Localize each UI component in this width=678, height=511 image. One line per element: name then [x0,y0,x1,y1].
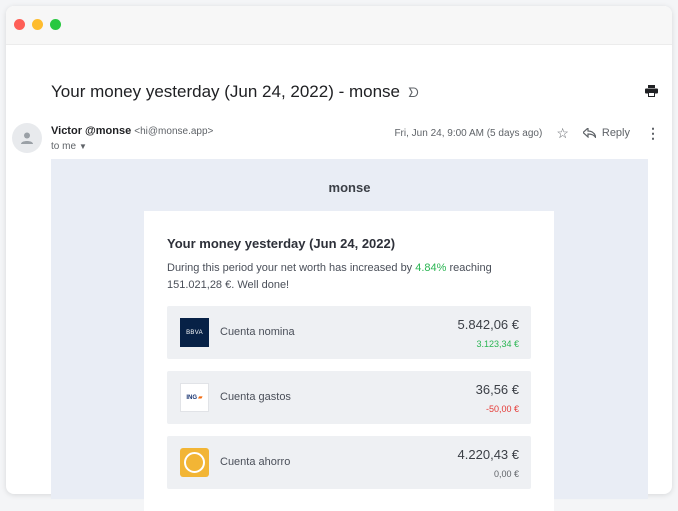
subject-row: Your money yesterday (Jun 24, 2022) - mo… [51,80,662,104]
brand-name: monse [328,180,371,195]
email-subject: Your money yesterday (Jun 24, 2022) - mo… [51,82,419,102]
minimize-window-button[interactable] [32,19,43,30]
message-date: Fri, Jun 24, 9:00 AM (5 days ago) [394,127,543,139]
account-balance: 36,56 € [475,382,519,397]
recipient-text: to me [51,141,77,152]
account-balance: 5.842,06 € [457,317,519,332]
account-balance: 4.220,43 € [457,447,519,462]
title-bar [6,6,672,45]
print-icon[interactable] [645,84,658,102]
label-important-icon[interactable]: ᗤ [408,85,419,101]
email-body: monse Your money yesterday (Jun 24, 2022… [51,159,648,511]
report-card: Your money yesterday (Jun 24, 2022) Duri… [144,211,554,511]
message-meta: Fri, Jun 24, 9:00 AM (5 days ago) ☆ Repl… [394,123,660,143]
report-summary: During this period your net worth has in… [167,260,527,294]
sender-email: <hi@monse.app> [134,126,214,137]
sender-name[interactable]: Victor @monse [51,125,131,137]
savings-logo-icon [180,448,209,477]
reply-icon [582,128,596,138]
person-icon [21,132,33,144]
sender-avatar [12,123,42,153]
lion-icon: ▰ [198,395,203,401]
net-worth-change: 4.84% [415,262,447,274]
account-name: Cuenta gastos [220,391,291,403]
star-icon[interactable]: ☆ [556,125,569,142]
sender-line: Victor @monse <hi@monse.app> [51,125,213,137]
account-change: 0,00 € [493,469,519,479]
account-row[interactable]: ING ▰ Cuenta gastos 36,56 € -50,00 € [167,371,531,424]
account-row[interactable]: Cuenta ahorro 4.220,43 € 0,00 € [167,436,531,489]
bank-logo: ING ▰ [180,383,209,412]
summary-prefix: During this period your net worth has in… [167,262,416,274]
account-change: -50,00 € [485,404,519,414]
account-name: Cuenta nomina [220,326,295,338]
more-options-icon[interactable]: ⋮ [646,125,660,142]
account-name: Cuenta ahorro [220,456,291,468]
report-title: Your money yesterday (Jun 24, 2022) [167,236,396,251]
chevron-down-icon[interactable]: ▼ [79,142,87,151]
bank-logo-text: ING [186,394,198,401]
account-change: 3.123,34 € [476,339,519,349]
recipient-line[interactable]: to me ▼ [51,141,87,152]
reply-button[interactable]: Reply [582,127,630,139]
bank-logo-text: BBVA [186,329,203,336]
subject-text: Your money yesterday (Jun 24, 2022) - mo… [51,82,401,101]
close-window-button[interactable] [14,19,25,30]
bank-logo: BBVA [180,318,209,347]
account-row[interactable]: BBVA Cuenta nomina 5.842,06 € 3.123,34 € [167,306,531,359]
maximize-window-button[interactable] [50,19,61,30]
reply-label: Reply [601,127,630,139]
ring-icon [184,452,205,473]
